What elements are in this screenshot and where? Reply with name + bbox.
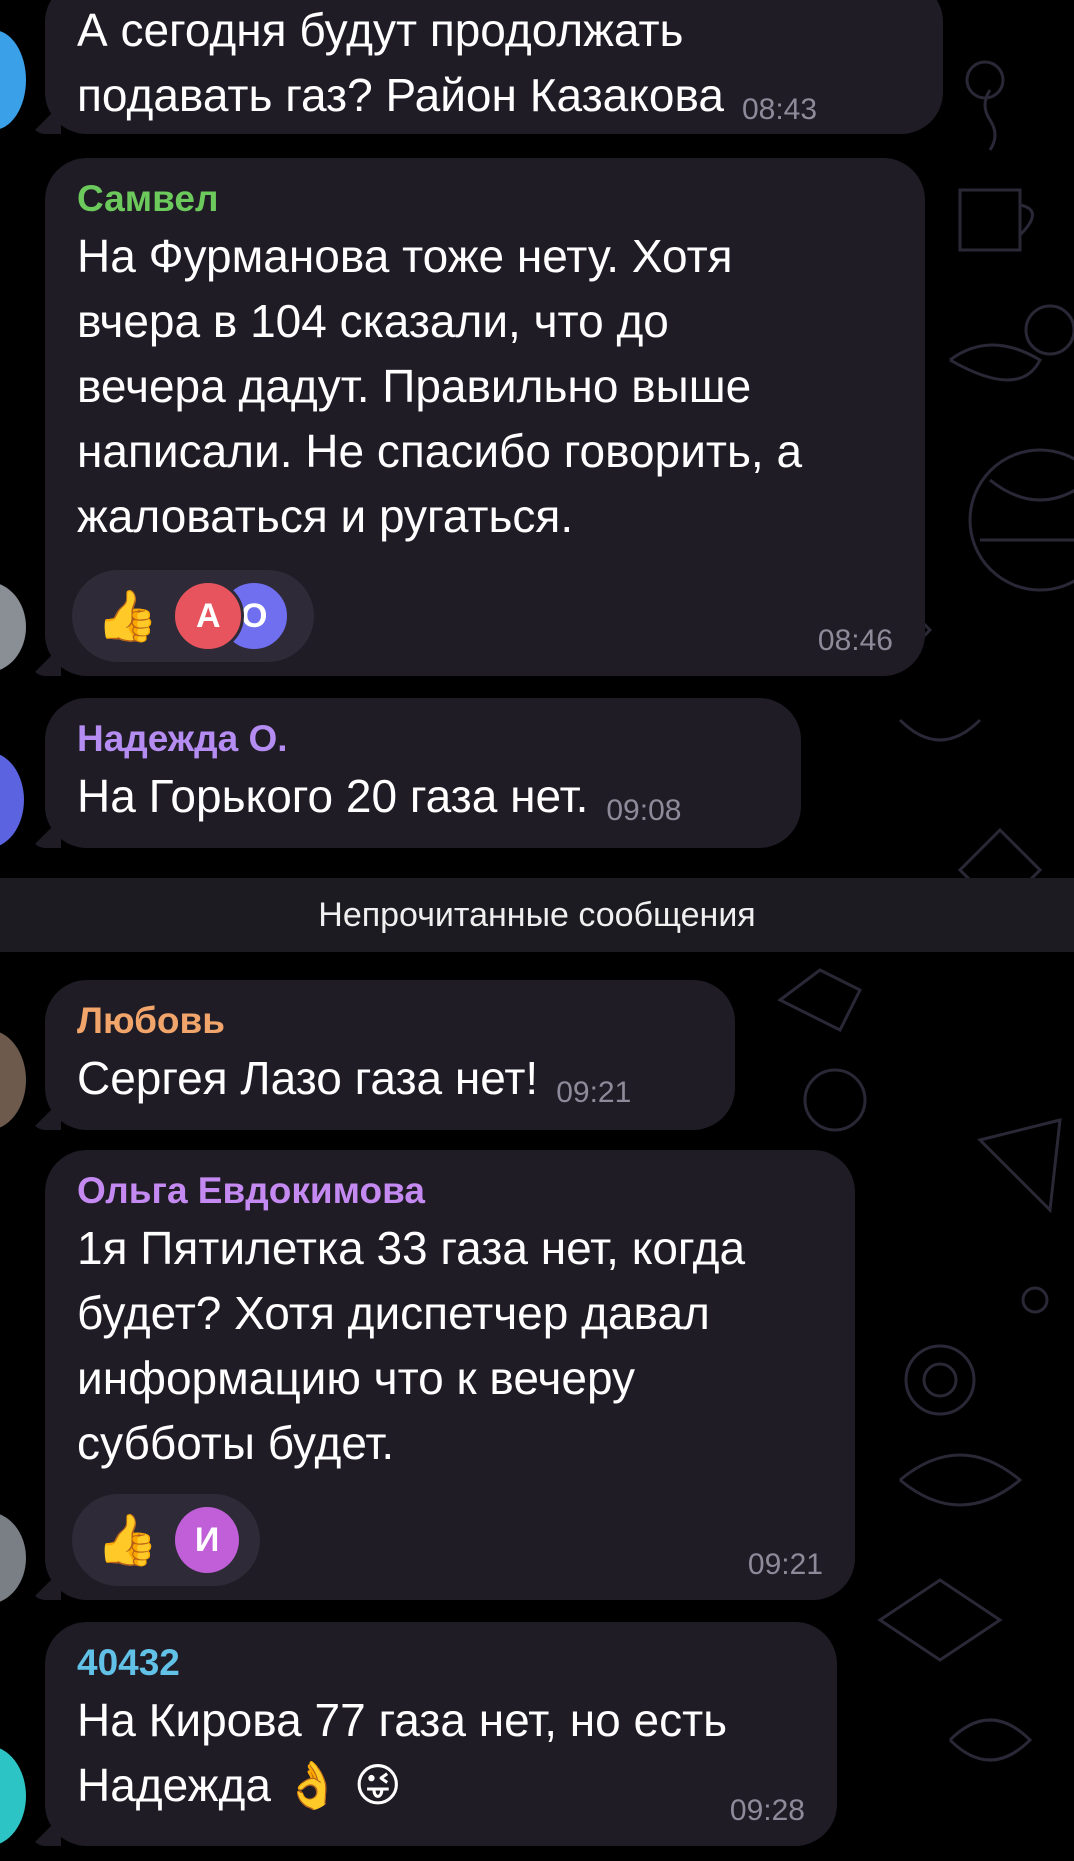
message-bubble[interactable]: 40432 На Кирова 77 газа нет, но есть Над… [31, 1622, 837, 1846]
reaction-chip[interactable]: 👍 А О [72, 570, 314, 662]
message-bubble[interactable]: Надежда О. На Горького 20 газа нет. 09:08 [31, 698, 801, 848]
avatar[interactable] [0, 582, 26, 672]
message-bubble[interactable]: Ольга Евдокимова 1я Пятилетка 33 газа не… [31, 1150, 855, 1600]
message-time: 09:21 [747, 1548, 823, 1581]
message-bubble[interactable]: Любовь Сергея Лазо газа нет! 09:21 [31, 980, 735, 1130]
message-time: 09:08 [606, 794, 682, 827]
message-time: 09:28 [729, 1794, 805, 1827]
sender-name[interactable]: Ольга Евдокимова [77, 1166, 825, 1216]
bubble-tail [31, 1570, 61, 1600]
message-bubble[interactable]: А сегодня будут продолжать подавать газ?… [31, 0, 943, 134]
message-time: 08:43 [741, 93, 818, 126]
reaction-avatar: И [172, 1504, 242, 1576]
avatar[interactable] [0, 1512, 26, 1604]
sender-name[interactable]: 40432 [77, 1638, 807, 1688]
avatar[interactable] [0, 752, 24, 848]
unread-divider: Непрочитанные сообщения [0, 878, 1074, 952]
message-time: 09:21 [556, 1076, 632, 1109]
bubble-tail [31, 646, 61, 676]
unread-divider-label: Непрочитанные сообщения [318, 895, 756, 934]
sender-name[interactable]: Надежда О. [77, 714, 771, 764]
reaction-chip[interactable]: 👍 И [72, 1494, 260, 1586]
avatar[interactable] [0, 1746, 26, 1846]
reaction-avatar: А [172, 580, 245, 652]
message-text: На Горького 20 газа нет. 09:08 [77, 770, 682, 827]
bubble-tail [31, 818, 61, 848]
message-text: 1я Пятилетка 33 газа нет, когда будет? Х… [77, 1222, 746, 1469]
message-text: А сегодня будут продолжать подавать газ?… [77, 4, 818, 126]
avatar[interactable] [0, 30, 26, 130]
message-text: Сергея Лазо газа нет! 09:21 [77, 1052, 632, 1109]
message-bubble[interactable]: Самвел На Фурманова тоже нету. Хотя вчер… [31, 158, 925, 676]
bubble-tail [31, 1816, 61, 1846]
sender-name[interactable]: Самвел [77, 174, 895, 224]
avatar[interactable] [0, 1030, 26, 1130]
thumbs-up-icon: 👍 [96, 1512, 159, 1568]
message-time: 08:46 [817, 624, 893, 657]
thumbs-up-icon: 👍 [96, 588, 159, 644]
bubble-tail [31, 104, 61, 134]
message-text: На Кирова 77 газа нет, но есть Надежда 👌… [77, 1694, 728, 1811]
message-text: На Фурманова тоже нету. Хотя вчера в 104… [77, 230, 803, 542]
bubble-tail [31, 1100, 61, 1130]
sender-name[interactable]: Любовь [77, 996, 705, 1046]
